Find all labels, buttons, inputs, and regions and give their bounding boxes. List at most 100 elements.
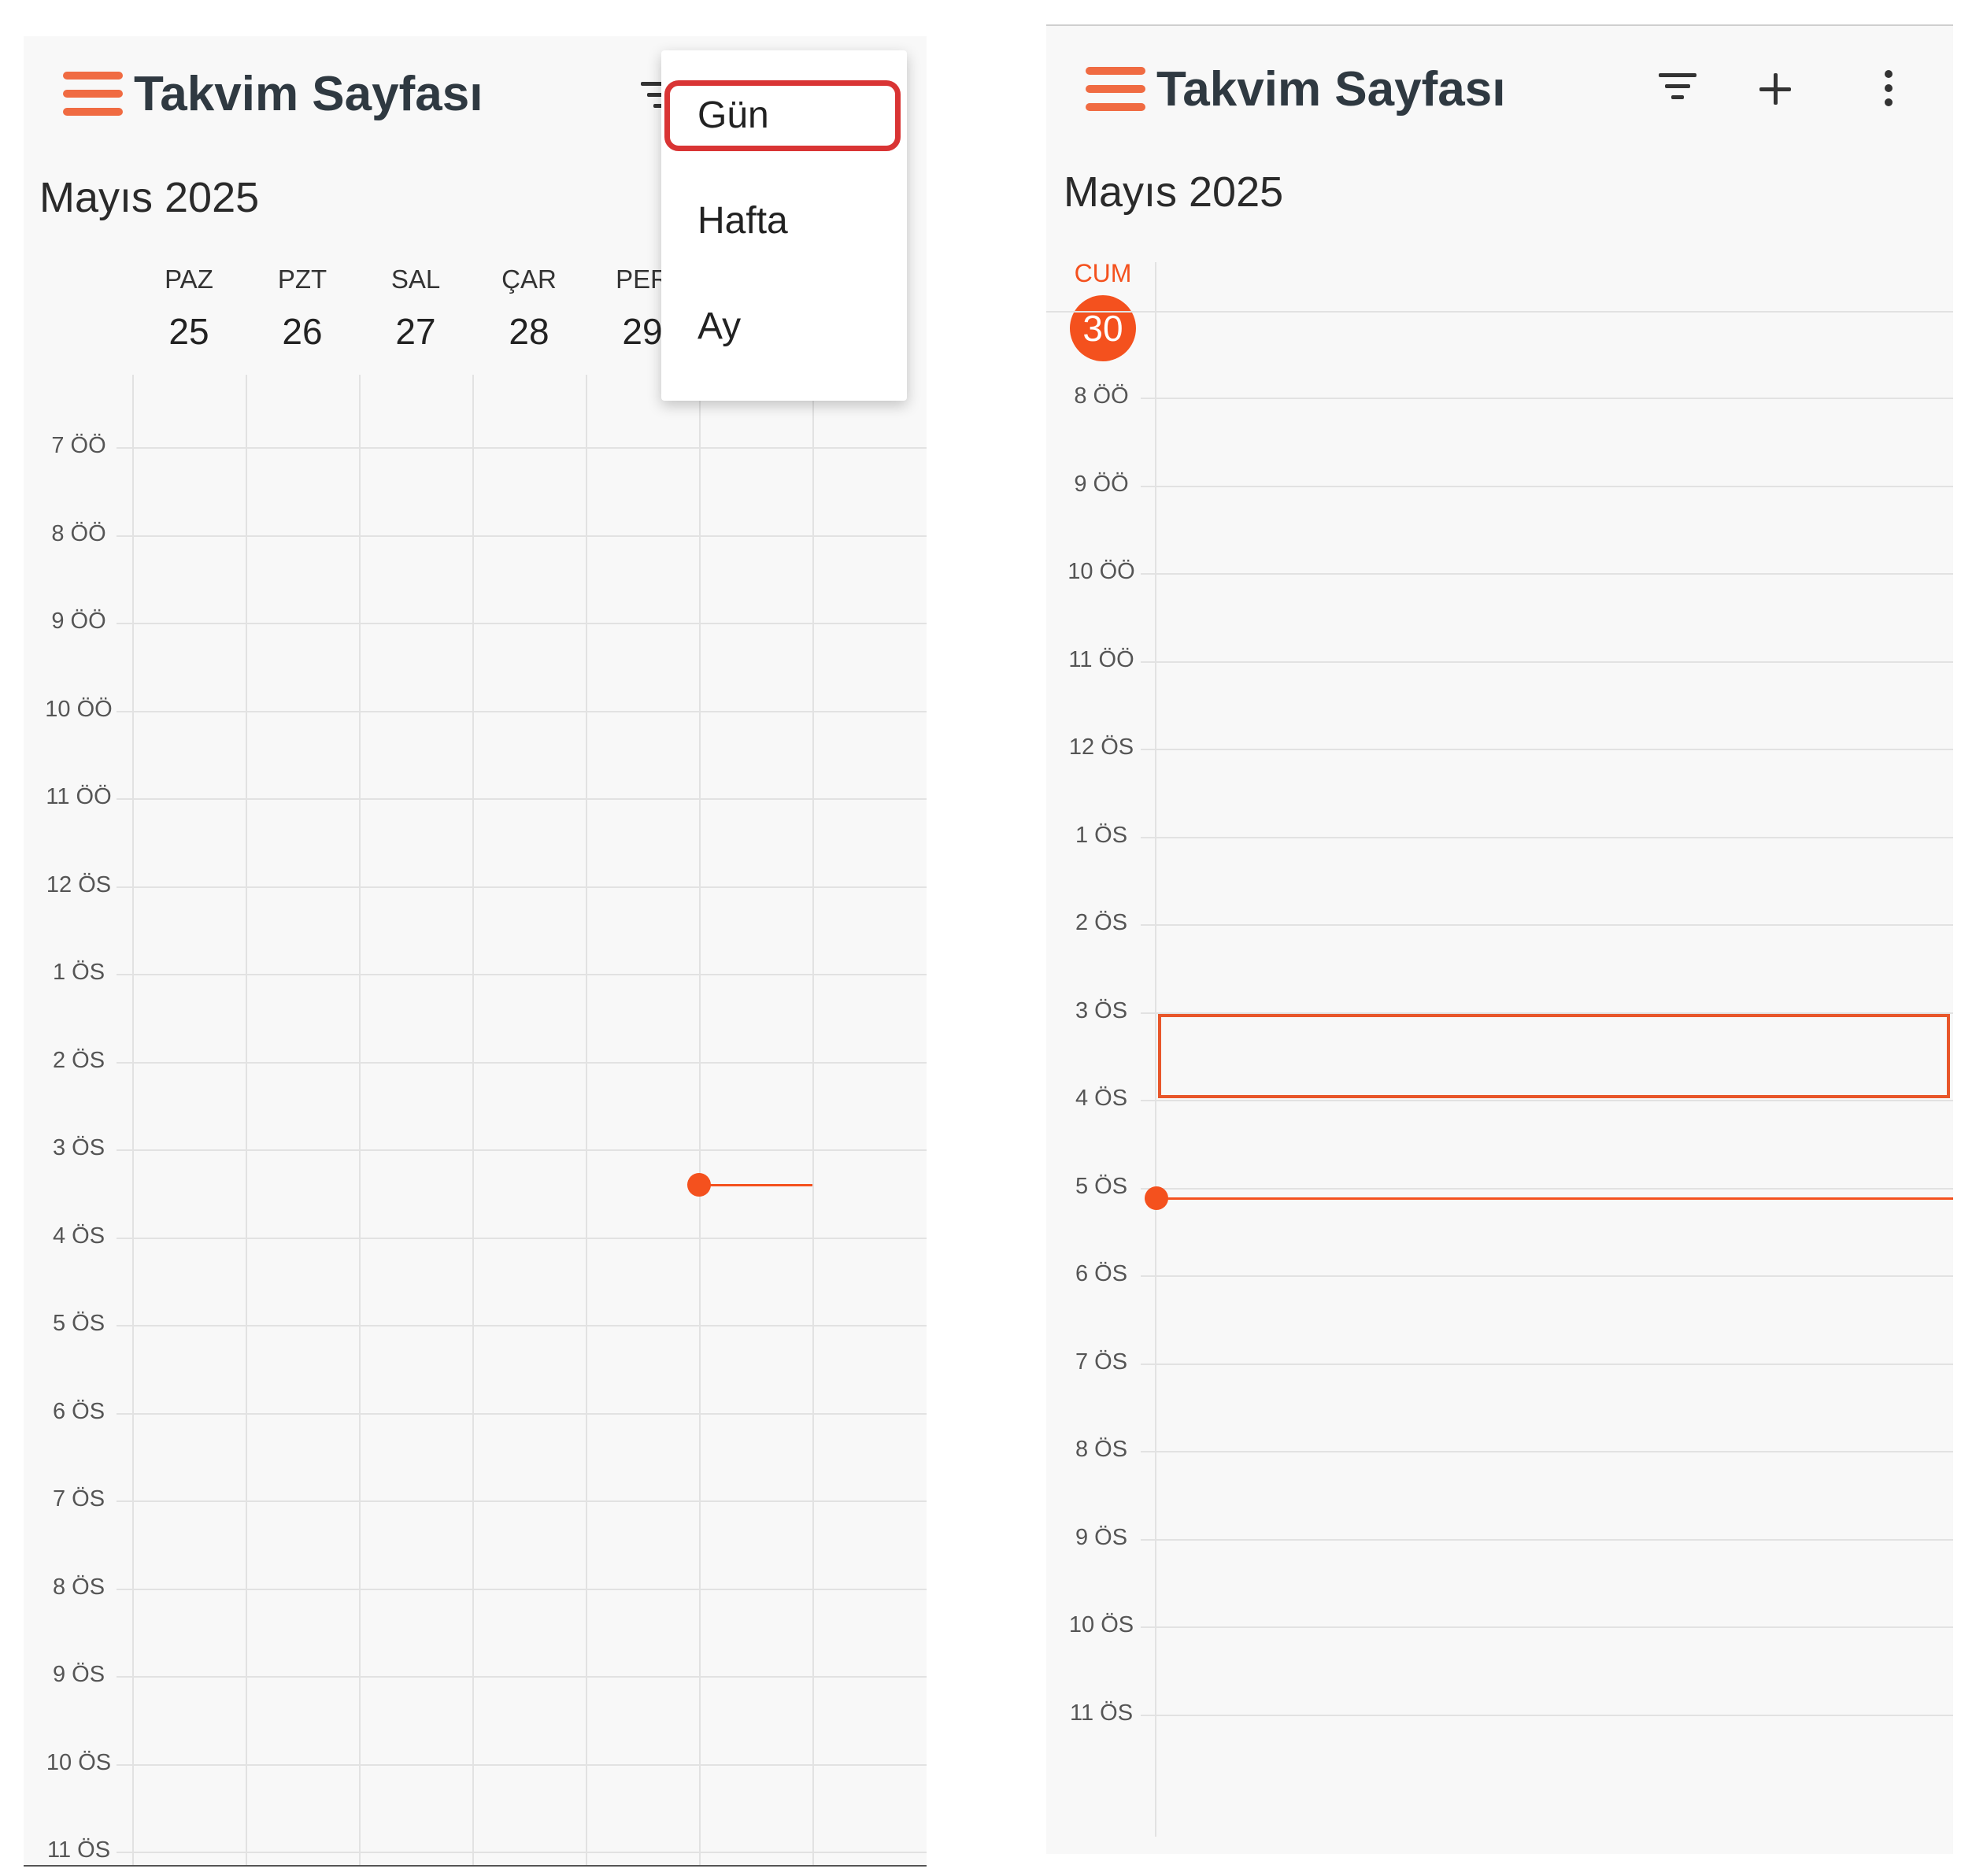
hour-label: 12 ÖS — [46, 871, 112, 897]
hour-gridline — [117, 710, 927, 712]
column-divider — [132, 375, 134, 1865]
hour-label: 11 ÖS — [46, 1837, 111, 1863]
today-date-badge[interactable]: 30 — [1070, 295, 1136, 361]
hour-label: 8 ÖS — [1075, 1437, 1128, 1462]
hour-label: 1 ÖS — [1075, 822, 1128, 848]
hour-gridline — [117, 1325, 927, 1327]
day-column-header[interactable]: PAZ 25 — [132, 265, 246, 353]
view-mode-dropdown: Gün Hafta Ay — [661, 50, 907, 401]
day-view-screen: Takvim Sayfası Mayıs 2025 CUM 30 8 ÖÖ 9 Ö… — [1046, 24, 1953, 1854]
hour-gridline — [1141, 1187, 1953, 1190]
hour-gridline — [1141, 924, 1953, 926]
filter-icon[interactable] — [1656, 67, 1706, 117]
plus-icon[interactable] — [1758, 67, 1808, 117]
day-name: ÇAR — [501, 265, 557, 294]
day-column-header[interactable]: SAL 27 — [359, 265, 472, 353]
hour-gridline — [1141, 1451, 1953, 1452]
hour-label: 6 ÖS — [52, 1398, 105, 1424]
hour-gridline — [1141, 1363, 1953, 1365]
hour-label: 12 ÖS — [1068, 734, 1134, 760]
column-divider — [246, 375, 247, 1865]
hour-label: 8 ÖÖ — [1074, 383, 1129, 409]
hour-label: 9 ÖÖ — [1074, 471, 1129, 497]
hour-label: 11 ÖÖ — [1068, 646, 1134, 672]
hour-label: 5 ÖS — [52, 1311, 105, 1336]
app-bar: Takvim Sayfası — [1046, 26, 1953, 144]
hour-gridline — [117, 1852, 927, 1853]
selected-time-slot[interactable] — [1158, 1013, 1950, 1098]
hour-label: 10 ÖÖ — [45, 696, 113, 722]
column-divider — [586, 375, 587, 1865]
hour-gridline — [1141, 1275, 1953, 1277]
day-date: 25 — [168, 311, 209, 352]
hour-gridline — [117, 1500, 927, 1502]
column-divider — [472, 375, 474, 1865]
day-column-header[interactable]: ÇAR 28 — [472, 265, 586, 353]
hour-gridline — [1141, 836, 1953, 838]
view-option-week[interactable]: Hafta — [661, 168, 907, 274]
day-date: 26 — [282, 311, 323, 352]
day-name: CUM — [1074, 259, 1132, 287]
hour-gridline — [117, 1149, 927, 1151]
hour-label: 4 ÖS — [52, 1223, 105, 1249]
hour-label: 3 ÖS — [52, 1135, 105, 1160]
hour-gridline — [1141, 1714, 1953, 1716]
hour-gridline — [117, 974, 927, 975]
view-option-day[interactable]: Gün — [661, 63, 907, 168]
week-time-grid[interactable]: 7 ÖÖ 8 ÖÖ 9 ÖÖ 10 ÖÖ 11 ÖÖ 12 ÖS 1 ÖS 2 ÖS 3 ÖS 4… — [24, 375, 927, 1865]
hour-gridline — [1141, 573, 1953, 575]
column-divider — [699, 375, 701, 1865]
hour-gridline — [117, 798, 927, 800]
time-axis-divider — [1155, 262, 1156, 1837]
hour-gridline — [1141, 1100, 1953, 1101]
hour-gridline — [1141, 485, 1953, 487]
week-view-screen: Takvim Sayfası Mayıs 2025 PAZ 25 PZT 26 SAL 2… — [24, 36, 927, 1867]
hour-label: 9 ÖÖ — [51, 609, 106, 634]
column-divider — [359, 375, 361, 1865]
hour-label: 1 ÖS — [52, 960, 105, 985]
column-divider — [812, 375, 814, 1865]
hour-label: 2 ÖS — [52, 1047, 105, 1073]
hour-label: 10 ÖÖ — [1067, 559, 1135, 584]
hour-gridline — [1141, 749, 1953, 750]
day-time-grid[interactable]: 8 ÖÖ 9 ÖÖ 10 ÖÖ 11 ÖÖ 12 ÖS 1 ÖS 2 ÖS 3 ÖS 4 ÖS 5… — [1046, 262, 1953, 1854]
current-time-line — [1156, 1197, 1953, 1200]
hour-label: 11 ÖS — [1069, 1700, 1134, 1726]
hour-gridline — [117, 447, 927, 449]
app-title: Takvim Sayfası — [134, 67, 483, 121]
hour-gridline — [117, 1061, 927, 1064]
day-column-header[interactable]: PZT 26 — [246, 265, 359, 353]
hour-label: 7 ÖS — [52, 1486, 105, 1512]
day-name: PZT — [277, 265, 327, 294]
day-date: 28 — [509, 311, 549, 352]
app-title: Takvim Sayfası — [1156, 62, 1506, 117]
hour-gridline — [117, 1588, 927, 1590]
hour-label: 9 ÖS — [1075, 1524, 1128, 1550]
hour-gridline — [1141, 660, 1953, 663]
hour-gridline — [1141, 1538, 1953, 1541]
more-vertical-icon[interactable] — [1863, 67, 1914, 117]
hour-label: 5 ÖS — [1075, 1173, 1128, 1199]
month-label: Mayıs 2025 — [1064, 168, 1284, 216]
hour-gridline — [1141, 1626, 1953, 1628]
hour-label: 10 ÖS — [1068, 1612, 1134, 1637]
day-date: 27 — [395, 311, 436, 352]
hour-gridline — [1141, 398, 1953, 399]
month-label: Mayıs 2025 — [39, 174, 260, 221]
hour-label: 8 ÖÖ — [51, 520, 106, 546]
hamburger-menu-icon[interactable] — [63, 72, 123, 116]
hour-label: 6 ÖS — [1075, 1261, 1128, 1286]
view-option-month[interactable]: Ay — [661, 274, 907, 379]
hamburger-menu-icon[interactable] — [1086, 67, 1145, 111]
hour-gridline — [117, 535, 927, 537]
hour-gridline — [117, 1763, 927, 1766]
day-name: PAZ — [165, 265, 213, 294]
hour-label: 3 ÖS — [1075, 997, 1128, 1023]
current-time-line — [699, 1183, 812, 1186]
hour-label: 7 ÖS — [1075, 1349, 1128, 1375]
hour-gridline — [117, 1237, 927, 1239]
day-name: SAL — [390, 265, 441, 294]
hour-gridline — [117, 1676, 927, 1678]
hour-gridline — [117, 623, 927, 624]
hour-label: 9 ÖS — [52, 1662, 105, 1687]
